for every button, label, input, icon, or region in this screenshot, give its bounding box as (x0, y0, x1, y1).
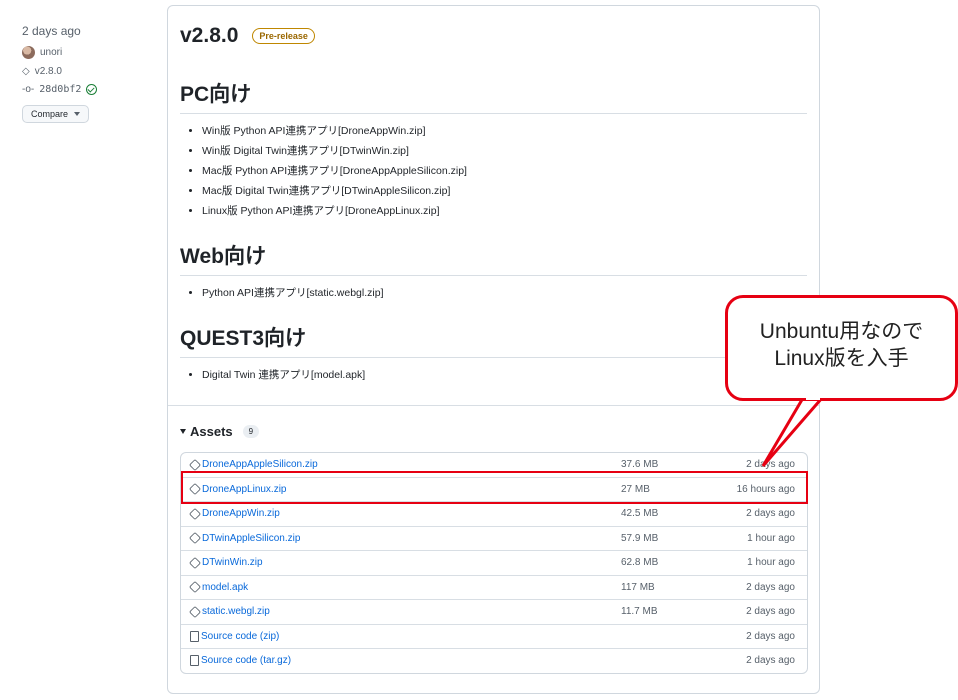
section-list-web: Python API連携アプリ[static.webgl.zip] (180, 287, 383, 307)
commit-hash[interactable]: 28d0bf2 (39, 84, 81, 95)
avatar[interactable] (22, 46, 35, 59)
section-heading-web: Web向け (180, 240, 807, 276)
asset-link[interactable]: DTwinWin.zip (188, 556, 263, 569)
package-icon (188, 556, 202, 569)
asset-time: 2 days ago (746, 630, 795, 642)
list-item: Win版 Python API連携アプリ[DroneAppWin.zip] (202, 125, 467, 137)
section-list-quest3: Digital Twin 連携アプリ[model.apk] (180, 369, 365, 389)
compare-button[interactable]: Compare (22, 105, 90, 123)
chevron-down-icon (74, 112, 81, 116)
asset-row: model.apk 117 MB 2 days ago (181, 574, 807, 600)
asset-time: 2 days ago (746, 655, 795, 666)
assets-count-badge: 9 (242, 425, 260, 438)
asset-name[interactable]: DTwinWin.zip (202, 557, 263, 568)
asset-row: DroneAppWin.zip 42.5 MB 2 days ago (181, 501, 807, 526)
tag-icon: ◇ (22, 66, 30, 77)
asset-link[interactable]: DroneAppWin.zip (188, 507, 280, 520)
release-version[interactable]: v2.8.0 (180, 24, 238, 48)
asset-time: 1 hour ago (747, 557, 795, 568)
list-item: Mac版 Digital Twin連携アプリ[DTwinAppleSilicon… (202, 185, 467, 197)
list-item: Win版 Digital Twin連携アプリ[DTwinWin.zip] (202, 145, 467, 157)
asset-link[interactable]: DTwinAppleSilicon.zip (188, 531, 300, 545)
file-zip-icon (190, 630, 199, 642)
author-name[interactable]: unori (40, 47, 62, 58)
asset-name[interactable]: model.apk (202, 582, 248, 593)
release-meta: 2 days ago unori ◇ v2.8.0 -o- 28d0bf2 Co… (22, 24, 142, 123)
asset-time: 2 days ago (746, 508, 795, 519)
asset-time: 2 days ago (746, 459, 795, 470)
package-icon (188, 605, 202, 618)
asset-name[interactable]: DroneAppWin.zip (202, 508, 280, 519)
package-icon (188, 507, 202, 520)
asset-link[interactable]: DroneAppAppleSilicon.zip (188, 458, 318, 471)
asset-row: DTwinAppleSilicon.zip 57.9 MB 1 hour ago (181, 525, 807, 551)
asset-name[interactable]: Source code (zip) (201, 631, 279, 642)
callout-line-1: Unbuntu用なので (759, 320, 924, 343)
asset-time: 2 days ago (746, 606, 795, 617)
asset-size: 57.9 MB (621, 532, 659, 544)
asset-link[interactable]: Source code (tar.gz) (190, 655, 291, 666)
commit-icon: -o- (22, 84, 35, 95)
package-icon (188, 458, 202, 471)
assets-label[interactable]: Assets (190, 424, 233, 439)
list-item: Linux版 Python API連携アプリ[DroneAppLinux.zip… (202, 205, 467, 217)
verified-check-icon[interactable] (86, 84, 98, 95)
asset-size: 62.8 MB (621, 557, 659, 568)
asset-name[interactable]: DTwinAppleSilicon.zip (202, 533, 300, 544)
assets-toggle[interactable]: Assets 9 (180, 424, 260, 439)
highlight-box (181, 471, 808, 504)
pre-release-badge: Pre-release (252, 28, 315, 44)
section-list-pc: Win版 Python API連携アプリ[DroneAppWin.zip] Wi… (180, 125, 467, 225)
file-zip-icon (190, 655, 199, 666)
asset-row: DTwinWin.zip 62.8 MB 1 hour ago (181, 550, 807, 575)
asset-name[interactable]: static.webgl.zip (202, 606, 270, 617)
asset-time: 2 days ago (746, 581, 795, 593)
package-icon (188, 580, 202, 594)
asset-name[interactable]: Source code (tar.gz) (201, 655, 291, 666)
release-title-row: v2.8.0 Pre-release (180, 24, 315, 48)
list-item: Mac版 Python API連携アプリ[DroneAppAppleSilico… (202, 165, 467, 177)
tag-row[interactable]: ◇ v2.8.0 (22, 66, 142, 77)
section-heading-pc: PC向け (180, 78, 807, 114)
release-card: v2.8.0 Pre-release PC向け Win版 Python API連… (167, 5, 820, 694)
author-row[interactable]: unori (22, 46, 142, 59)
callout-seam (806, 395, 820, 400)
caret-down-icon (180, 429, 186, 434)
asset-size: 42.5 MB (621, 508, 659, 519)
asset-row: Source code (zip) 2 days ago (181, 623, 807, 649)
annotation-callout: Unbuntu用なので Linux版を入手 (725, 295, 958, 401)
asset-size: 117 MB (621, 581, 655, 593)
section-heading-quest3: QUEST3向け (180, 322, 807, 358)
asset-link[interactable]: static.webgl.zip (188, 605, 270, 618)
asset-link[interactable]: Source code (zip) (190, 630, 279, 642)
list-item: Python API連携アプリ[static.webgl.zip] (202, 287, 383, 299)
package-icon (188, 531, 202, 545)
commit-row[interactable]: -o- 28d0bf2 (22, 84, 142, 95)
list-item: Digital Twin 連携アプリ[model.apk] (202, 369, 365, 381)
asset-name[interactable]: DroneAppAppleSilicon.zip (202, 459, 318, 470)
asset-link[interactable]: model.apk (188, 580, 248, 594)
release-date: 2 days ago (22, 24, 81, 38)
compare-label: Compare (31, 109, 69, 119)
asset-row: Source code (tar.gz) 2 days ago (181, 648, 807, 673)
tag-label[interactable]: v2.8.0 (35, 66, 62, 77)
divider (168, 405, 819, 406)
callout-line-2: Linux版を入手 (774, 347, 909, 370)
asset-row: static.webgl.zip 11.7 MB 2 days ago (181, 599, 807, 624)
asset-time: 1 hour ago (747, 532, 795, 544)
asset-size: 11.7 MB (621, 606, 658, 617)
asset-size: 37.6 MB (621, 459, 659, 470)
